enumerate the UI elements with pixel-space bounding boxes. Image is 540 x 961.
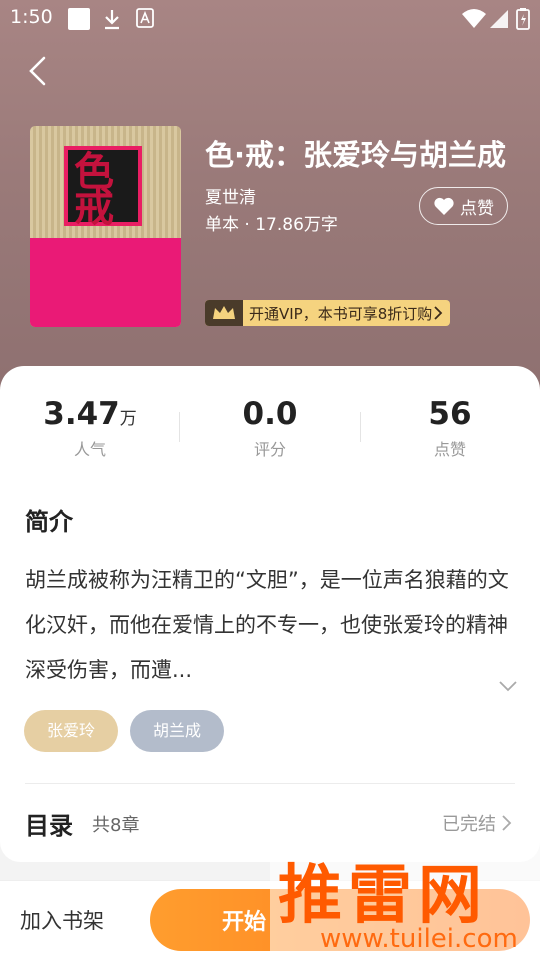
wifi-icon [462, 8, 486, 32]
stat-likes: 56 点赞 [360, 396, 540, 460]
stat-value: 3.47 [43, 396, 120, 432]
heart-icon [434, 197, 454, 215]
intro-text[interactable]: 胡兰成被称为汪精卫的“文胆”，是一位声名狼藉的文化汉奸，而他在爱情上的不专一，也… [25, 558, 515, 693]
download-icon [102, 8, 122, 34]
tag-hu-lancheng[interactable]: 胡兰成 [130, 710, 224, 752]
like-button[interactable]: 点赞 [419, 187, 508, 225]
crown-icon [205, 300, 243, 326]
stat-popularity: 3.47万 人气 [0, 396, 180, 460]
vip-banner-text: 开通VIP，本书可享8折订购 [249, 304, 433, 323]
watermark: 推雷网 www.tuilei.com [270, 842, 540, 960]
status-time: 1:50 [10, 6, 53, 28]
chevron-left-icon [29, 56, 46, 86]
chevron-right-icon [434, 306, 443, 320]
divider [25, 783, 515, 784]
stat-label: 人气 [73, 440, 106, 459]
expand-intro-button[interactable] [498, 678, 518, 697]
status-bar: 1:50 [0, 0, 540, 36]
stat-rating: 0.0 评分 [180, 396, 360, 460]
tag-zhang-ailing[interactable]: 张爱玲 [24, 710, 118, 752]
notification-square-icon [68, 8, 90, 34]
watermark-title: 推雷网 [278, 859, 488, 933]
toc-chapter-count: 共8章 [92, 815, 140, 836]
cover-calligraphy: 色戒 [74, 148, 114, 231]
chevron-down-icon [499, 681, 517, 692]
book-cover[interactable]: 色戒 [30, 126, 181, 327]
back-button[interactable] [24, 54, 56, 88]
book-author[interactable]: 夏世清 [205, 183, 256, 208]
stat-unit: 万 [119, 409, 137, 429]
cell-signal-icon [490, 8, 508, 32]
book-meta: 单本 · 17.86万字 [205, 215, 338, 235]
watermark-url: www.tuilei.com [320, 924, 518, 954]
start-reading-label: 开始 [222, 910, 267, 935]
book-title: 色·戒：张爱玲与胡兰成 [205, 138, 507, 172]
battery-icon [516, 8, 530, 34]
chevron-right-icon [502, 815, 512, 831]
stat-label: 点赞 [433, 440, 466, 459]
like-label: 点赞 [460, 198, 494, 219]
toc-status-label: 已完结 [442, 814, 496, 835]
font-a-icon [136, 8, 154, 32]
toc-heading: 目录 [25, 812, 73, 840]
intro-heading: 简介 [25, 508, 73, 536]
vip-banner[interactable]: 开通VIP，本书可享8折订购 [205, 300, 451, 326]
toc-status-link[interactable]: 已完结 [442, 810, 512, 836]
add-to-shelf-button[interactable]: 加入书架 [20, 905, 104, 935]
stat-value: 56 [428, 396, 472, 432]
stat-label: 评分 [253, 440, 286, 459]
book-detail-card: 3.47万 人气 0.0 评分 56 点赞 简介 胡兰成被称为汪精卫的“文胆”，… [0, 366, 540, 862]
stat-value: 0.0 [242, 396, 298, 432]
